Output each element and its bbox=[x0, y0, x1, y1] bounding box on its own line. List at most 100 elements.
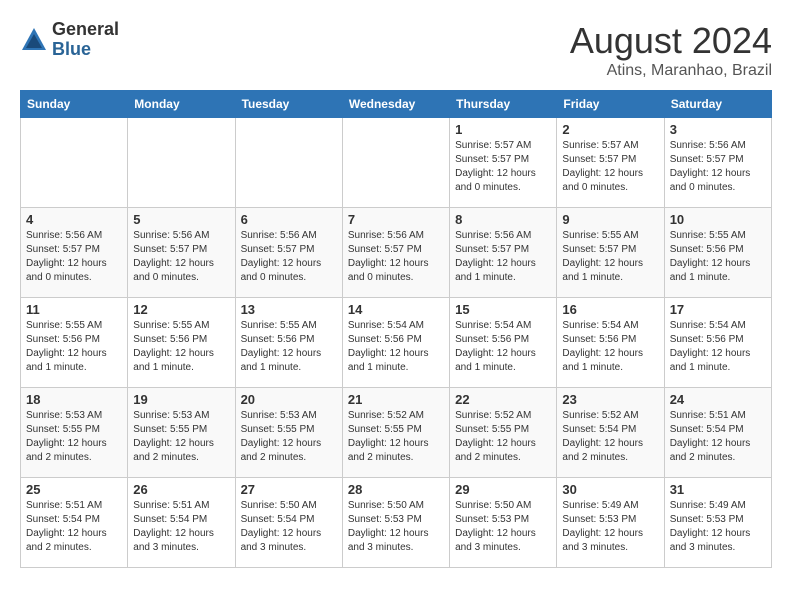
day-number: 24 bbox=[670, 392, 766, 407]
day-number: 10 bbox=[670, 212, 766, 227]
day-number: 19 bbox=[133, 392, 229, 407]
calendar-cell: 26 Sunrise: 5:51 AM Sunset: 5:54 PM Dayli… bbox=[128, 478, 235, 568]
calendar-cell: 12 Sunrise: 5:55 AM Sunset: 5:56 PM Dayli… bbox=[128, 298, 235, 388]
calendar-week-2: 4 Sunrise: 5:56 AM Sunset: 5:57 PM Daylig… bbox=[21, 208, 772, 298]
calendar-cell: 19 Sunrise: 5:53 AM Sunset: 5:55 PM Dayli… bbox=[128, 388, 235, 478]
day-info: Sunrise: 5:54 AM Sunset: 5:56 PM Dayligh… bbox=[670, 319, 766, 375]
day-info: Sunrise: 5:51 AM Sunset: 5:54 PM Dayligh… bbox=[26, 499, 122, 555]
day-number: 1 bbox=[455, 122, 551, 137]
calendar-cell: 1 Sunrise: 5:57 AM Sunset: 5:57 PM Daylig… bbox=[450, 118, 557, 208]
day-number: 5 bbox=[133, 212, 229, 227]
day-number: 9 bbox=[562, 212, 658, 227]
day-info: Sunrise: 5:53 AM Sunset: 5:55 PM Dayligh… bbox=[133, 409, 229, 465]
calendar-cell: 6 Sunrise: 5:56 AM Sunset: 5:57 PM Daylig… bbox=[235, 208, 342, 298]
day-info: Sunrise: 5:52 AM Sunset: 5:55 PM Dayligh… bbox=[455, 409, 551, 465]
calendar-week-4: 18 Sunrise: 5:53 AM Sunset: 5:55 PM Dayli… bbox=[21, 388, 772, 478]
calendar-cell: 17 Sunrise: 5:54 AM Sunset: 5:56 PM Dayli… bbox=[664, 298, 771, 388]
calendar-cell: 13Sunrise: 5:55 AM Sunset: 5:56 PM Dayli… bbox=[235, 298, 342, 388]
header-day-sunday: Sunday bbox=[21, 91, 128, 118]
calendar-header: SundayMondayTuesdayWednesdayThursdayFrid… bbox=[21, 91, 772, 118]
calendar-cell: 7 Sunrise: 5:56 AM Sunset: 5:57 PM Daylig… bbox=[342, 208, 449, 298]
day-info: Sunrise: 5:54 AM Sunset: 5:56 PM Dayligh… bbox=[348, 319, 444, 375]
logo-text: General Blue bbox=[52, 20, 119, 60]
calendar-cell: 2 Sunrise: 5:57 AM Sunset: 5:57 PM Daylig… bbox=[557, 118, 664, 208]
day-number: 30 bbox=[562, 482, 658, 497]
day-info: Sunrise: 5:55 AM Sunset: 5:56 PM Dayligh… bbox=[241, 319, 337, 375]
calendar-cell: 11 Sunrise: 5:55 AM Sunset: 5:56 PM Dayli… bbox=[21, 298, 128, 388]
day-number: 3 bbox=[670, 122, 766, 137]
title-block: August 2024 Atins, Maranhao, Brazil bbox=[570, 20, 772, 80]
day-number: 16 bbox=[562, 302, 658, 317]
day-number: 6 bbox=[241, 212, 337, 227]
page-subtitle: Atins, Maranhao, Brazil bbox=[570, 62, 772, 80]
day-number: 21 bbox=[348, 392, 444, 407]
day-info: Sunrise: 5:49 AM Sunset: 5:53 PM Dayligh… bbox=[670, 499, 766, 555]
day-number: 22 bbox=[455, 392, 551, 407]
calendar-cell bbox=[342, 118, 449, 208]
calendar-cell: 21 Sunrise: 5:52 AM Sunset: 5:55 PM Dayli… bbox=[342, 388, 449, 478]
calendar-cell: 22 Sunrise: 5:52 AM Sunset: 5:55 PM Dayli… bbox=[450, 388, 557, 478]
day-number: 26 bbox=[133, 482, 229, 497]
day-info: Sunrise: 5:56 AM Sunset: 5:57 PM Dayligh… bbox=[348, 229, 444, 285]
calendar-cell: 28 Sunrise: 5:50 AM Sunset: 5:53 PM Dayli… bbox=[342, 478, 449, 568]
day-number: 12 bbox=[133, 302, 229, 317]
calendar-cell: 24 Sunrise: 5:51 AM Sunset: 5:54 PM Dayli… bbox=[664, 388, 771, 478]
day-number: 11 bbox=[26, 302, 122, 317]
day-info: Sunrise: 5:55 AM Sunset: 5:56 PM Dayligh… bbox=[670, 229, 766, 285]
day-info: Sunrise: 5:57 AM Sunset: 5:57 PM Dayligh… bbox=[562, 139, 658, 195]
day-info: Sunrise: 5:51 AM Sunset: 5:54 PM Dayligh… bbox=[133, 499, 229, 555]
day-info: Sunrise: 5:54 AM Sunset: 5:56 PM Dayligh… bbox=[455, 319, 551, 375]
calendar-cell: 23Sunrise: 5:52 AM Sunset: 5:54 PM Dayli… bbox=[557, 388, 664, 478]
day-number: 25 bbox=[26, 482, 122, 497]
calendar-cell: 16 Sunrise: 5:54 AM Sunset: 5:56 PM Dayli… bbox=[557, 298, 664, 388]
calendar-cell: 10 Sunrise: 5:55 AM Sunset: 5:56 PM Dayli… bbox=[664, 208, 771, 298]
logo-blue: Blue bbox=[52, 40, 119, 60]
day-info: Sunrise: 5:54 AM Sunset: 5:56 PM Dayligh… bbox=[562, 319, 658, 375]
day-info: Sunrise: 5:49 AM Sunset: 5:53 PM Dayligh… bbox=[562, 499, 658, 555]
day-number: 31 bbox=[670, 482, 766, 497]
header-day-tuesday: Tuesday bbox=[235, 91, 342, 118]
day-number: 17 bbox=[670, 302, 766, 317]
day-info: Sunrise: 5:52 AM Sunset: 5:55 PM Dayligh… bbox=[348, 409, 444, 465]
calendar-week-3: 11 Sunrise: 5:55 AM Sunset: 5:56 PM Dayli… bbox=[21, 298, 772, 388]
header-day-saturday: Saturday bbox=[664, 91, 771, 118]
day-info: Sunrise: 5:56 AM Sunset: 5:57 PM Dayligh… bbox=[241, 229, 337, 285]
calendar-cell bbox=[21, 118, 128, 208]
day-info: Sunrise: 5:56 AM Sunset: 5:57 PM Dayligh… bbox=[26, 229, 122, 285]
calendar-cell: 14Sunrise: 5:54 AM Sunset: 5:56 PM Dayli… bbox=[342, 298, 449, 388]
day-number: 4 bbox=[26, 212, 122, 227]
day-number: 8 bbox=[455, 212, 551, 227]
calendar-cell: 27Sunrise: 5:50 AM Sunset: 5:54 PM Dayli… bbox=[235, 478, 342, 568]
calendar-cell: 31 Sunrise: 5:49 AM Sunset: 5:53 PM Dayli… bbox=[664, 478, 771, 568]
day-info: Sunrise: 5:55 AM Sunset: 5:56 PM Dayligh… bbox=[26, 319, 122, 375]
calendar-cell: 29Sunrise: 5:50 AM Sunset: 5:53 PM Dayli… bbox=[450, 478, 557, 568]
calendar-cell: 30 Sunrise: 5:49 AM Sunset: 5:53 PM Dayli… bbox=[557, 478, 664, 568]
day-info: Sunrise: 5:55 AM Sunset: 5:57 PM Dayligh… bbox=[562, 229, 658, 285]
day-info: Sunrise: 5:56 AM Sunset: 5:57 PM Dayligh… bbox=[455, 229, 551, 285]
day-info: Sunrise: 5:55 AM Sunset: 5:56 PM Dayligh… bbox=[133, 319, 229, 375]
calendar-cell: 25 Sunrise: 5:51 AM Sunset: 5:54 PM Dayli… bbox=[21, 478, 128, 568]
day-info: Sunrise: 5:50 AM Sunset: 5:54 PM Dayligh… bbox=[241, 499, 337, 555]
day-info: Sunrise: 5:56 AM Sunset: 5:57 PM Dayligh… bbox=[670, 139, 766, 195]
day-number: 7 bbox=[348, 212, 444, 227]
page-header: General Blue August 2024 Atins, Maranhao… bbox=[20, 20, 772, 80]
header-day-thursday: Thursday bbox=[450, 91, 557, 118]
day-number: 28 bbox=[348, 482, 444, 497]
day-info: Sunrise: 5:57 AM Sunset: 5:57 PM Dayligh… bbox=[455, 139, 551, 195]
logo: General Blue bbox=[20, 20, 119, 60]
day-info: Sunrise: 5:50 AM Sunset: 5:53 PM Dayligh… bbox=[348, 499, 444, 555]
day-info: Sunrise: 5:52 AM Sunset: 5:54 PM Dayligh… bbox=[562, 409, 658, 465]
header-day-monday: Monday bbox=[128, 91, 235, 118]
logo-icon bbox=[20, 26, 48, 54]
header-day-wednesday: Wednesday bbox=[342, 91, 449, 118]
day-info: Sunrise: 5:51 AM Sunset: 5:54 PM Dayligh… bbox=[670, 409, 766, 465]
calendar-table: SundayMondayTuesdayWednesdayThursdayFrid… bbox=[20, 90, 772, 568]
calendar-cell: 15 Sunrise: 5:54 AM Sunset: 5:56 PM Dayli… bbox=[450, 298, 557, 388]
day-number: 2 bbox=[562, 122, 658, 137]
header-row: SundayMondayTuesdayWednesdayThursdayFrid… bbox=[21, 91, 772, 118]
day-number: 20 bbox=[241, 392, 337, 407]
calendar-cell: 9 Sunrise: 5:55 AM Sunset: 5:57 PM Daylig… bbox=[557, 208, 664, 298]
day-number: 15 bbox=[455, 302, 551, 317]
day-info: Sunrise: 5:50 AM Sunset: 5:53 PM Dayligh… bbox=[455, 499, 551, 555]
day-number: 18 bbox=[26, 392, 122, 407]
